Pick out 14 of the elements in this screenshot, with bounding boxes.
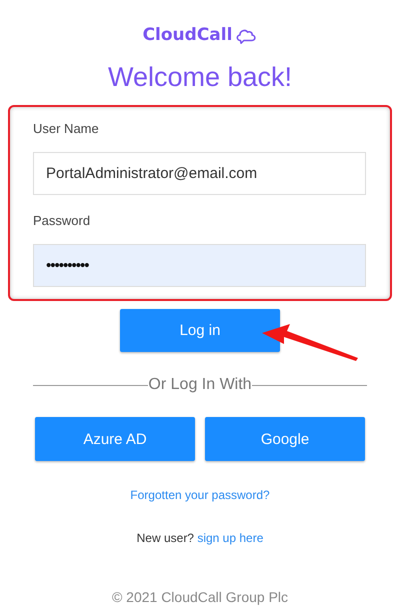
login-button[interactable]: Log in — [120, 309, 280, 352]
forgot-password-link[interactable]: Forgotten your password? — [130, 488, 270, 502]
sign-up-link[interactable]: sign up here — [197, 531, 264, 545]
page-heading: Welcome back! — [108, 62, 292, 94]
sign-in-button[interactable]: Azure AD — [35, 417, 195, 461]
new-user-text: New user? — [136, 531, 194, 545]
copyright-text: © 2021 CloudCall Group Plc — [112, 589, 288, 605]
sign-in-button[interactable]: Google — [205, 417, 365, 461]
field-label: User Name — [33, 121, 100, 138]
input-field[interactable]: PortalAdministrator@email.com — [33, 152, 366, 195]
logo-text: CloudCall — [142, 25, 232, 45]
divider-text: Or Log In With — [148, 376, 252, 394]
field-label: Password — [33, 213, 92, 230]
input-field[interactable]: •••••••••• — [33, 244, 366, 287]
